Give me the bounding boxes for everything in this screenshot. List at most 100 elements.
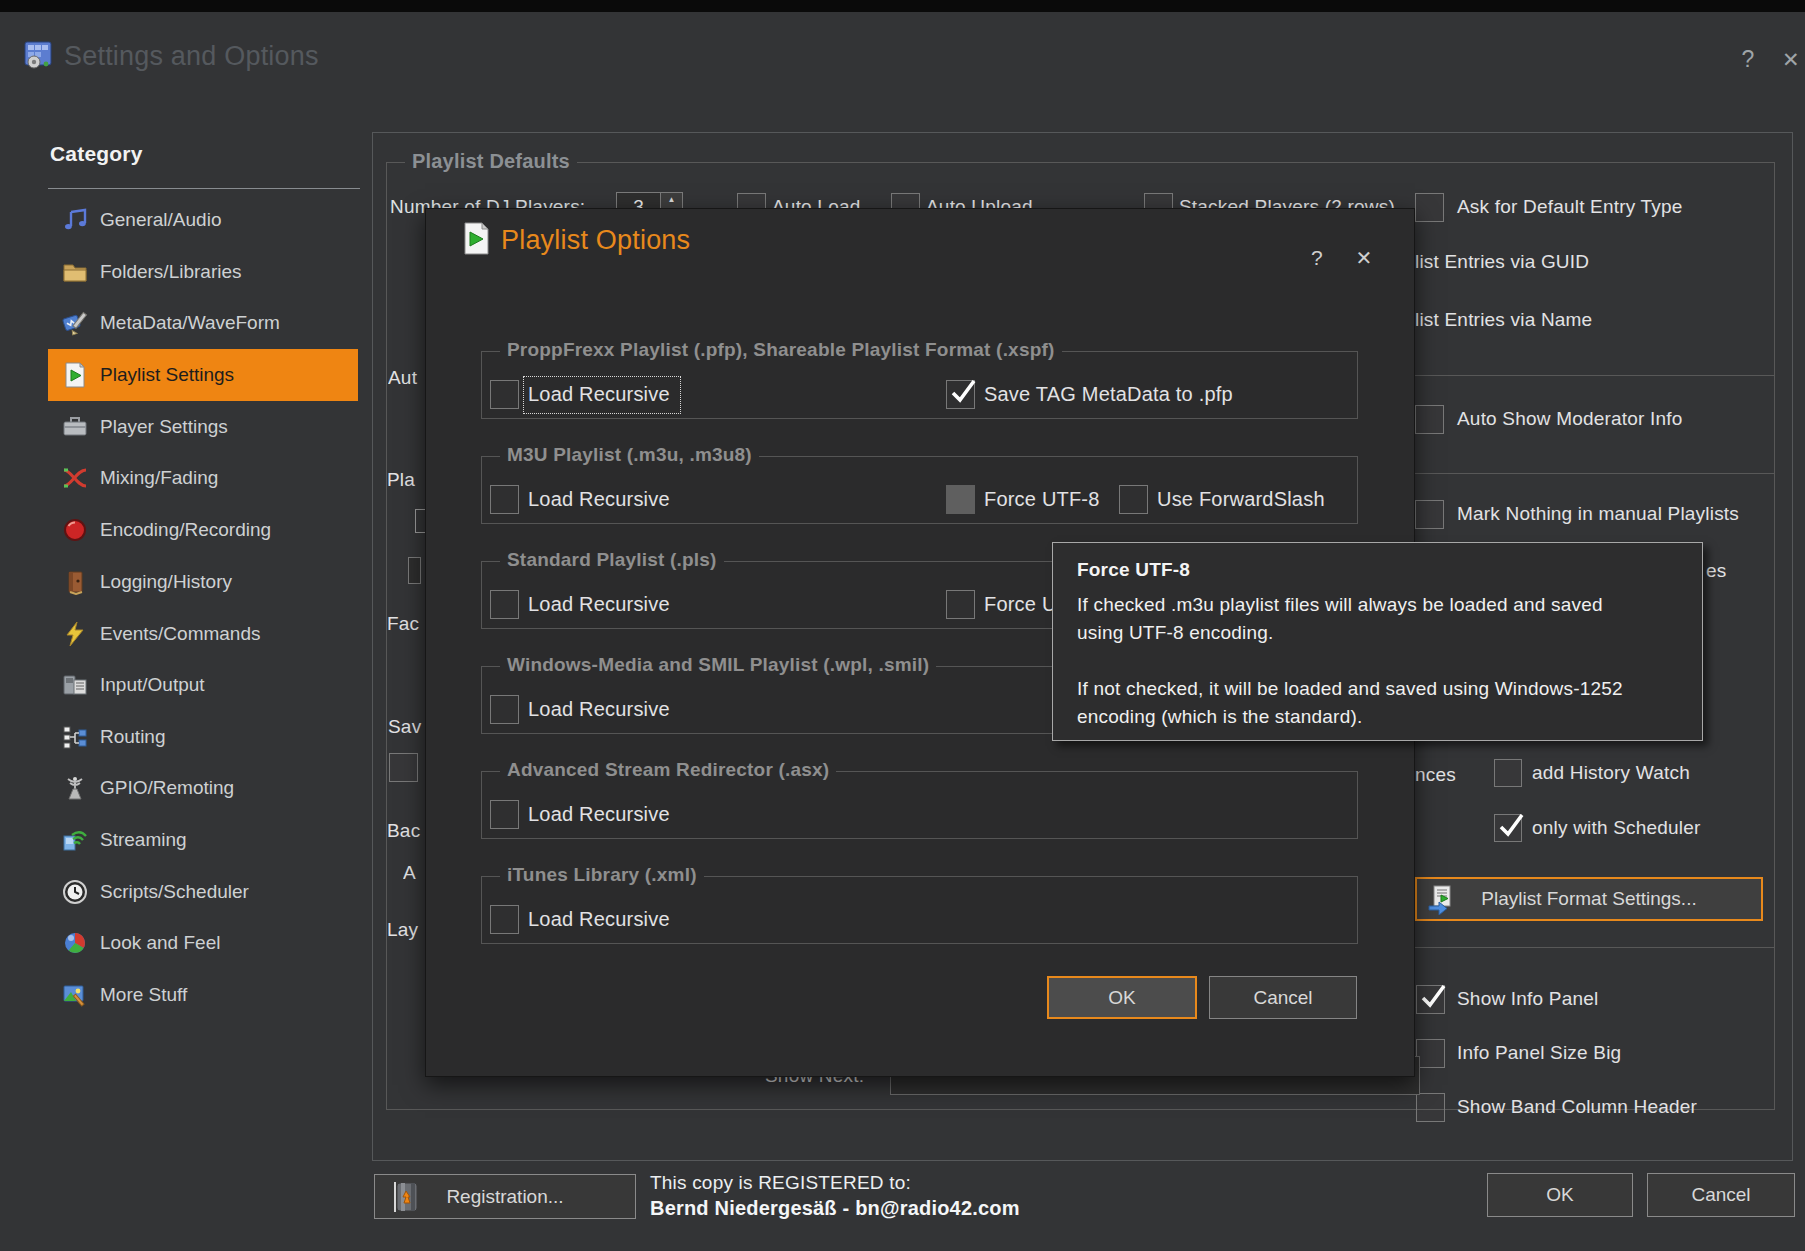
clock-icon [62,879,88,905]
sidebar-item-routing[interactable]: Routing [48,711,358,763]
window-title: Settings and Options [64,40,319,72]
group-title: Advanced Stream Redirector (.asx) [500,759,836,781]
modal-close-button[interactable]: ✕ [1351,245,1377,271]
fragment-label: Pla [387,465,424,495]
registered-to-value: Bernd Niedergesäß - bn@radio42.com [650,1195,1020,1221]
sidebar-item-gpio-remoting[interactable]: GPIO/Remoting [48,762,358,814]
sidebar-item-metadata-waveform[interactable]: MetaData/WaveForm [48,297,358,349]
clipped-label-fragment: es [1706,556,1726,586]
load-recursive-label: Load Recursive [528,904,670,934]
load-recursive-checkbox-pfp[interactable] [490,380,519,409]
modal-ok-button[interactable]: OK [1047,976,1197,1019]
record-circle-icon [62,517,88,543]
sidebar-item-look-and-feel[interactable]: Look and Feel [48,917,358,969]
sidebar-item-player-settings[interactable]: Player Settings [48,401,358,453]
group-title: iTunes Library (.xml) [500,864,704,886]
sidebar-item-playlist-settings[interactable]: Playlist Settings [48,349,358,401]
load-recursive-checkbox-wpl[interactable] [490,695,519,724]
save-tag-metadata-label: Save TAG MetaData to .pfp [984,379,1233,409]
window-top-strip [0,0,1805,12]
modal-help-button[interactable]: ? [1304,245,1330,271]
group-title: Standard Playlist (.pls) [500,549,724,571]
sidebar-item-mixing-fading[interactable]: Mixing/Fading [48,452,358,504]
mark-nothing-checkbox[interactable] [1415,500,1444,529]
show-info-panel-checkbox[interactable] [1416,985,1445,1014]
load-recursive-label: Load Recursive [528,379,670,409]
sidebar-header: Category [50,139,143,169]
show-info-panel-label: Show Info Panel [1457,984,1598,1014]
window-help-button[interactable]: ? [1733,44,1763,74]
window-close-button[interactable]: ✕ [1776,45,1805,75]
playlist-options-icon [463,222,490,259]
use-forwardslash-checkbox[interactable] [1119,485,1148,514]
footer-cancel-button[interactable]: Cancel [1647,1173,1795,1217]
briefcase-icon [62,414,88,440]
sidebar-item-input-output[interactable]: Input/Output [48,659,358,711]
sidebar-item-more-stuff[interactable]: More Stuff [48,969,358,1021]
tooltip-line: using UTF-8 encoding. [1077,619,1273,647]
load-recursive-checkbox-xml[interactable] [490,905,519,934]
sidebar-item-encoding-recording[interactable]: Encoding/Recording [48,504,358,556]
save-tag-metadata-checkbox[interactable] [946,380,975,409]
fragment-label: A [403,858,424,888]
force-utf8-checkbox-m3u[interactable] [946,485,975,514]
sidebar-item-general-audio[interactable]: General/Audio [48,194,358,246]
load-recursive-label: Load Recursive [528,694,670,724]
only-with-scheduler-checkbox[interactable] [1494,814,1522,842]
io-device-icon [62,672,88,698]
folder-icon [62,259,88,285]
show-band-column-checkbox[interactable] [1416,1093,1445,1122]
load-recursive-label: Load Recursive [528,589,670,619]
mark-nothing-label: Mark Nothing in manual Playlists [1457,499,1739,529]
load-recursive-checkbox-asx[interactable] [490,800,519,829]
ask-default-entry-checkbox[interactable] [1415,193,1444,222]
info-panel-size-big-checkbox[interactable] [1416,1039,1445,1068]
divider [1415,375,1775,376]
sidebar-item-folders-libraries[interactable]: Folders/Libraries [48,246,358,298]
metadata-tag-icon [62,310,88,336]
tooltip-line: If checked .m3u playlist files will alwa… [1077,591,1603,619]
picture-icon [62,982,88,1008]
modal-cancel-button[interactable]: Cancel [1209,976,1357,1019]
load-recursive-label: Load Recursive [528,484,670,514]
playlist-format-settings-button[interactable]: Playlist Format Settings... [1415,877,1763,921]
use-forwardslash-label: Use ForwardSlash [1157,484,1325,514]
streaming-monitor-icon [62,827,88,853]
footer-ok-button[interactable]: OK [1487,1173,1633,1217]
force-utf8-tooltip: Force UTF-8 If checked .m3u playlist fil… [1052,542,1703,741]
entries-via-name-label: list Entries via Name [1415,305,1592,335]
sidebar-item-scripts-scheduler[interactable]: Scripts/Scheduler [48,866,358,918]
antenna-icon [62,775,88,801]
lightning-icon [62,621,88,647]
clipped-checkbox-fragment [389,753,418,782]
auto-show-moderator-checkbox[interactable] [1415,405,1444,434]
divider [1415,473,1775,474]
registration-button[interactable]: Registration... [374,1174,636,1219]
color-sphere-icon [62,930,88,956]
fragment-label: Fac [387,609,425,639]
entries-via-guid-label: list Entries via GUID [1415,247,1589,277]
add-history-watch-checkbox[interactable] [1494,759,1522,787]
clipped-label-fragment: nces [1415,760,1456,790]
routing-nodes-icon [62,724,88,750]
info-panel-size-big-label: Info Panel Size Big [1457,1038,1621,1068]
sidebar-underline [48,188,360,189]
group-title: ProppFrexx Playlist (.pfp), Shareable Pl… [500,339,1062,361]
sidebar-item-events-commands[interactable]: Events/Commands [48,608,358,660]
fragment-label: Sav [388,712,424,742]
sidebar-item-streaming[interactable]: Streaming [48,814,358,866]
sidebar-item-logging-history[interactable]: Logging/History [48,556,358,608]
clipped-control-fragment [415,509,425,533]
group-title: Windows-Media and SMIL Playlist (.wpl, .… [500,654,936,676]
show-band-column-label: Show Band Column Header [1457,1092,1697,1122]
add-history-watch-label: add History Watch [1532,758,1690,788]
force-utf8-label: Force UTF-8 [984,484,1100,514]
fragment-label: Aut [388,363,424,393]
load-recursive-checkbox-pls[interactable] [490,590,519,619]
group-title: M3U Playlist (.m3u, .m3u8) [500,444,759,466]
tooltip-line: encoding (which is the standard). [1077,703,1362,731]
force-utf8-checkbox-pls[interactable] [946,590,975,619]
only-with-scheduler-label: only with Scheduler [1532,813,1701,843]
load-recursive-checkbox-m3u[interactable] [490,485,519,514]
tooltip-title: Force UTF-8 [1077,555,1190,585]
